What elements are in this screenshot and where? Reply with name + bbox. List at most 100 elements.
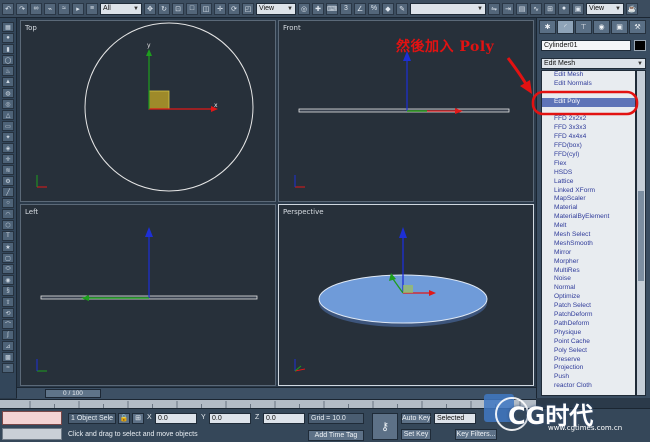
named-selection-dropdown[interactable]: ▼ (410, 2, 486, 15)
modifier-list-item[interactable]: PathDeform (542, 320, 635, 329)
modifier-list-item[interactable]: Morpher (542, 258, 635, 267)
curve-editor-icon[interactable]: ∿ (530, 2, 542, 15)
link-icon[interactable]: ∞ (30, 2, 42, 15)
time-slider[interactable]: 0 / 100 (17, 387, 536, 399)
create-geosphere-icon[interactable]: ◍ (2, 88, 14, 98)
modifier-list-item[interactable]: Point Cache (542, 338, 635, 347)
modifier-list-item[interactable]: Linked XForm (542, 187, 635, 196)
ffd-icon[interactable]: ▩ (2, 352, 14, 362)
select-by-name-icon[interactable]: ≡ (86, 2, 98, 15)
scale-tool-icon[interactable]: ◰ (242, 2, 254, 15)
align-icon[interactable]: ⇥ (502, 2, 514, 15)
create-ellipse-icon[interactable]: ⬭ (2, 264, 14, 274)
taper-icon[interactable]: ⊿ (2, 341, 14, 351)
redo-icon[interactable]: ↷ (16, 2, 28, 15)
angle-snap-icon[interactable]: ∠ (354, 2, 366, 15)
create-donut-icon[interactable]: ◉ (2, 275, 14, 285)
rotate-tool-icon[interactable]: ⟳ (228, 2, 240, 15)
create-box-icon[interactable]: ▦ (2, 22, 14, 32)
select-object-icon[interactable]: ▸ (72, 2, 84, 15)
modifier-list-item[interactable] (542, 107, 635, 116)
create-torus-icon[interactable]: ◯ (2, 55, 14, 65)
schematic-view-icon[interactable]: ⊞ (544, 2, 556, 15)
create-rectangle-icon[interactable]: ▢ (2, 253, 14, 263)
create-star-icon[interactable]: ★ (2, 242, 14, 252)
modifier-list-item[interactable]: MultiRes (542, 267, 635, 276)
modifier-list-item[interactable]: Edit Poly (542, 97, 635, 107)
region-select-icon[interactable]: □ (186, 2, 198, 15)
modifier-list-item[interactable]: Flex (542, 160, 635, 169)
create-circle-icon[interactable]: ○ (2, 198, 14, 208)
time-slider-knob[interactable]: 0 / 100 (45, 389, 101, 398)
y-coordinate-field[interactable]: 0.0 (209, 413, 251, 424)
track-bar[interactable] (0, 399, 536, 409)
edit-named-selection-icon[interactable]: ✎ (396, 2, 408, 15)
set-key-button[interactable]: Set Key (401, 429, 431, 440)
maxscript-listener[interactable] (2, 411, 62, 425)
modifier-list-item[interactable]: Poly Select (542, 347, 635, 356)
create-tube-icon[interactable]: ◎ (2, 99, 14, 109)
create-helix-icon[interactable]: § (2, 286, 14, 296)
modifier-list-item[interactable]: FFD 3x3x3 (542, 124, 635, 133)
percent-snap-icon[interactable]: % (368, 2, 380, 15)
modify-tab-icon[interactable]: ◜ (557, 20, 574, 34)
auto-key-button[interactable]: Auto Key (401, 413, 431, 424)
viewport-top[interactable]: Top x y (20, 20, 276, 202)
select-scale-icon[interactable]: ⊡ (172, 2, 184, 15)
modifier-list-item[interactable]: FFD 2x2x2 (542, 115, 635, 124)
modifier-list-item[interactable]: Mirror (542, 249, 635, 258)
modifier-list-item[interactable]: Mesh Select (542, 231, 635, 240)
modifier-list-item[interactable]: Melt (542, 222, 635, 231)
modifier-list-item[interactable]: Preserve (542, 356, 635, 365)
set-key-icon[interactable]: ⚷ (372, 413, 398, 440)
modifier-list-item[interactable]: HSDS (542, 169, 635, 178)
modifier-list-item[interactable]: Projection (542, 364, 635, 373)
add-time-tag-button[interactable]: Add Time Tag (308, 430, 364, 441)
layer-manager-icon[interactable]: ▤ (516, 2, 528, 15)
quick-render-icon[interactable]: ☕ (626, 2, 638, 15)
modifier-list-item[interactable] (542, 89, 635, 98)
twist-icon[interactable]: ∫ (2, 330, 14, 340)
create-camera-icon[interactable]: ◈ (2, 143, 14, 153)
create-light-icon[interactable]: ✦ (2, 132, 14, 142)
spinner-snap-icon[interactable]: ◆ (382, 2, 394, 15)
modifier-list-item[interactable]: Edit Mesh (542, 71, 635, 80)
create-ngon-icon[interactable]: ⬡ (2, 220, 14, 230)
keyboard-shortcut-icon[interactable]: ⌨ (326, 2, 338, 15)
unlink-icon[interactable]: ⌁ (44, 2, 56, 15)
viewport-left[interactable]: Left (20, 204, 276, 386)
create-pyramid-icon[interactable]: △ (2, 110, 14, 120)
undo-icon[interactable]: ↶ (2, 2, 14, 15)
x-coordinate-field[interactable]: 0.0 (155, 413, 197, 424)
modifier-list-item[interactable]: FFD(box) (542, 142, 635, 151)
create-spacewarp-icon[interactable]: ≋ (2, 165, 14, 175)
create-text-icon[interactable]: T (2, 231, 14, 241)
material-editor-icon[interactable]: ● (558, 2, 570, 15)
modifier-list-dropdown[interactable]: Edit Mesh ▼ (541, 58, 646, 69)
modifier-list-item[interactable]: Edit Normals (542, 80, 635, 89)
lock-selection-icon[interactable]: 🔒 (118, 413, 130, 424)
motion-tab-icon[interactable]: ◉ (593, 20, 610, 34)
create-line-icon[interactable]: ╱ (2, 187, 14, 197)
bind-spacewarp-icon[interactable]: ≈ (58, 2, 70, 15)
object-color-swatch[interactable] (634, 40, 646, 51)
create-sphere-icon[interactable]: ● (2, 33, 14, 43)
modifier-list-scrollbar[interactable] (636, 70, 646, 396)
key-mode-dropdown[interactable]: Selected (434, 413, 476, 424)
extrude-icon[interactable]: ⇧ (2, 297, 14, 307)
create-cylinder-icon[interactable]: ▮ (2, 44, 14, 54)
scrollbar-thumb[interactable] (638, 191, 644, 281)
modifier-list-item[interactable]: FFD 4x4x4 (542, 133, 635, 142)
modifier-list-item[interactable]: Lattice (542, 178, 635, 187)
modifier-list-item[interactable]: Patch Select (542, 302, 635, 311)
window-crossing-icon[interactable]: ◫ (200, 2, 212, 15)
render-setup-icon[interactable]: ▣ (572, 2, 584, 15)
modifier-list-item[interactable]: MapScaler (542, 195, 635, 204)
select-rotate-icon[interactable]: ↻ (158, 2, 170, 15)
bend-icon[interactable]: ⌒ (2, 319, 14, 329)
create-plane-icon[interactable]: ▭ (2, 121, 14, 131)
modifier-list-item[interactable]: Material (542, 204, 635, 213)
create-arc-icon[interactable]: ◠ (2, 209, 14, 219)
snap-3d-icon[interactable]: 3 (340, 2, 352, 15)
create-tab-icon[interactable]: ✱ (539, 20, 556, 34)
